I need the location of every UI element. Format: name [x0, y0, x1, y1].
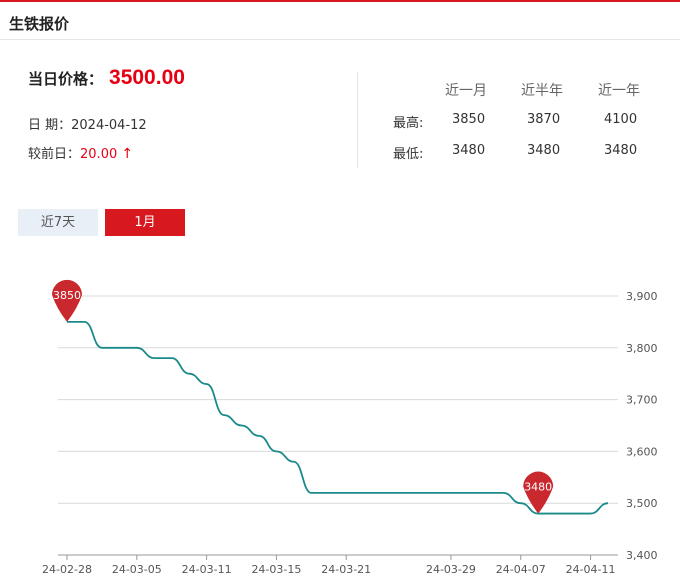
change-row: 较前日：20.00 ↑	[28, 143, 133, 162]
stats-row-low-label: 最低:	[393, 147, 424, 162]
y-tick-label: 3,500	[626, 497, 658, 510]
date-label: 日 期：	[28, 118, 72, 133]
change-value: 20.00	[80, 147, 118, 162]
x-tick-label: 24-03-05	[112, 563, 162, 576]
marker-label: 3850	[53, 289, 81, 302]
arrow-up-icon: ↑	[121, 146, 134, 162]
x-tick-label: 24-02-28	[42, 563, 92, 576]
y-tick-label: 3,900	[626, 290, 658, 303]
current-price-value: 3500.00	[109, 66, 185, 89]
stats-cell: 4100	[604, 112, 638, 127]
x-tick-label: 24-04-07	[496, 563, 546, 576]
tab-1-month[interactable]: 1月	[105, 209, 185, 236]
date-row: 日 期：2024-04-12	[28, 114, 147, 133]
stats-cell: 3480	[604, 143, 638, 158]
stats-cell: 3850	[452, 112, 486, 127]
y-tick-label: 3,700	[626, 394, 658, 407]
x-tick-label: 24-03-11	[182, 563, 232, 576]
marker-label: 3480	[524, 481, 552, 494]
stats-cell: 3480	[452, 143, 486, 158]
tab-7-days[interactable]: 近7天	[18, 209, 98, 236]
y-tick-label: 3,800	[626, 342, 658, 355]
x-tick-label: 24-03-15	[251, 563, 301, 576]
y-tick-label: 3,400	[626, 549, 658, 562]
x-tick-label: 24-03-21	[321, 563, 371, 576]
stats-col-month: 近一月	[445, 83, 487, 99]
x-tick-label: 24-03-29	[426, 563, 476, 576]
stats-col-year: 近一年	[598, 83, 640, 99]
section-header: 生铁报价	[0, 2, 680, 40]
section-title: 生铁报价	[9, 15, 70, 33]
stats-row-high-label: 最高:	[393, 116, 424, 131]
change-label: 较前日：	[28, 147, 81, 162]
stats-cell: 3870	[527, 112, 561, 127]
current-price-label: 当日价格：	[28, 70, 104, 88]
stats-col-halfyear: 近半年	[521, 83, 563, 99]
y-tick-label: 3,600	[626, 445, 658, 458]
x-tick-label: 24-04-11	[566, 563, 616, 576]
current-price-row: 当日价格： 3500.00	[28, 66, 185, 90]
stats-cell: 3480	[527, 143, 561, 158]
price-line-chart: 3,900 3,800 3,700 3,600 3,500 3,400 24-02-28 24…	[42, 279, 658, 576]
vertical-divider	[357, 72, 358, 168]
date-value: 2024-04-12	[71, 118, 147, 133]
